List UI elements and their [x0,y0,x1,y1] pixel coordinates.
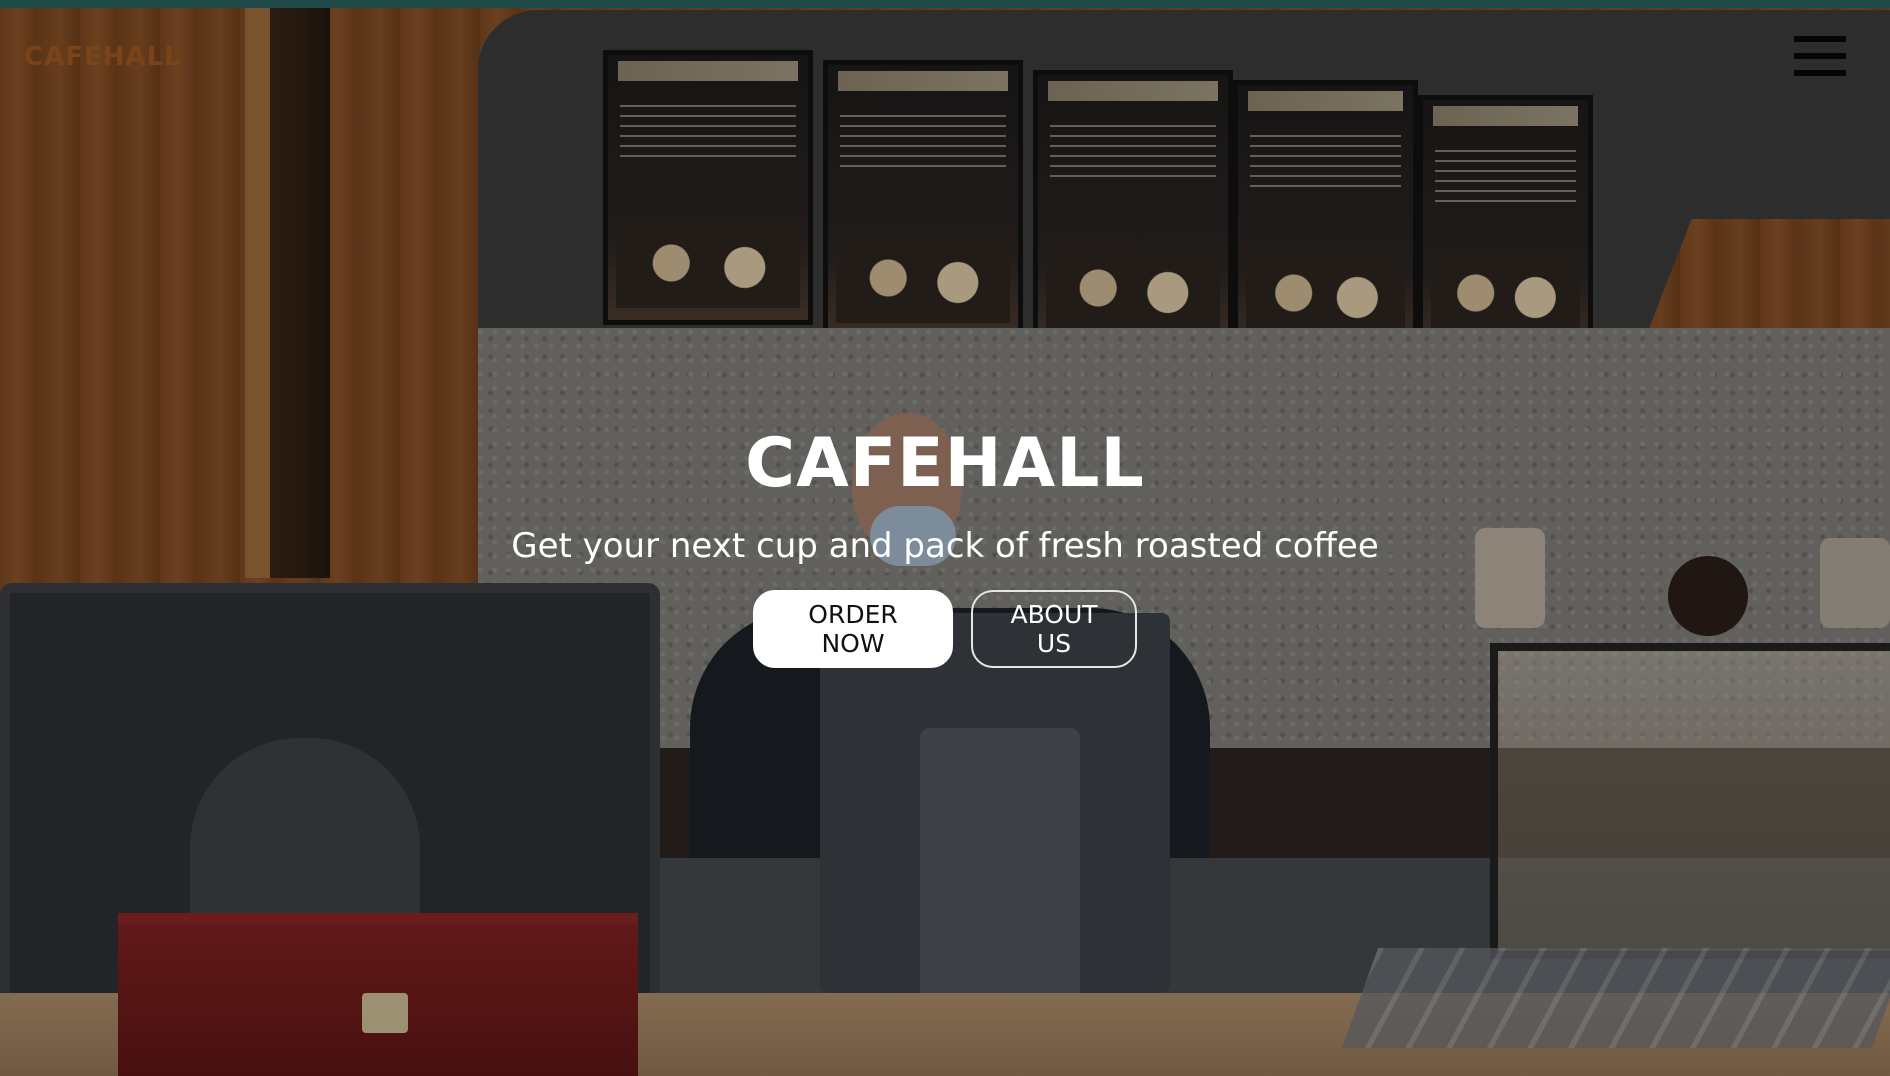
menu-bar [1794,53,1846,59]
menu-bar [1794,70,1846,76]
hero-section: CAFEHALL Get your next cup and pack of f… [0,420,1890,668]
hero-subtitle: Get your next cup and pack of fresh roas… [511,526,1379,566]
hero-title: CAFEHALL [745,424,1145,503]
hero-buttons: ORDER NOW ABOUT US [0,590,1890,668]
about-us-button[interactable]: ABOUT US [971,590,1137,668]
top-accent-bar [0,0,1890,8]
site-logo[interactable]: CAFEHALL [24,42,182,72]
page: CAFEHALL CAFEHALL Get your next cup and … [0,0,1890,1076]
menu-bar [1794,36,1846,42]
order-now-button[interactable]: ORDER NOW [753,590,953,668]
hamburger-menu-icon[interactable] [1794,34,1846,78]
